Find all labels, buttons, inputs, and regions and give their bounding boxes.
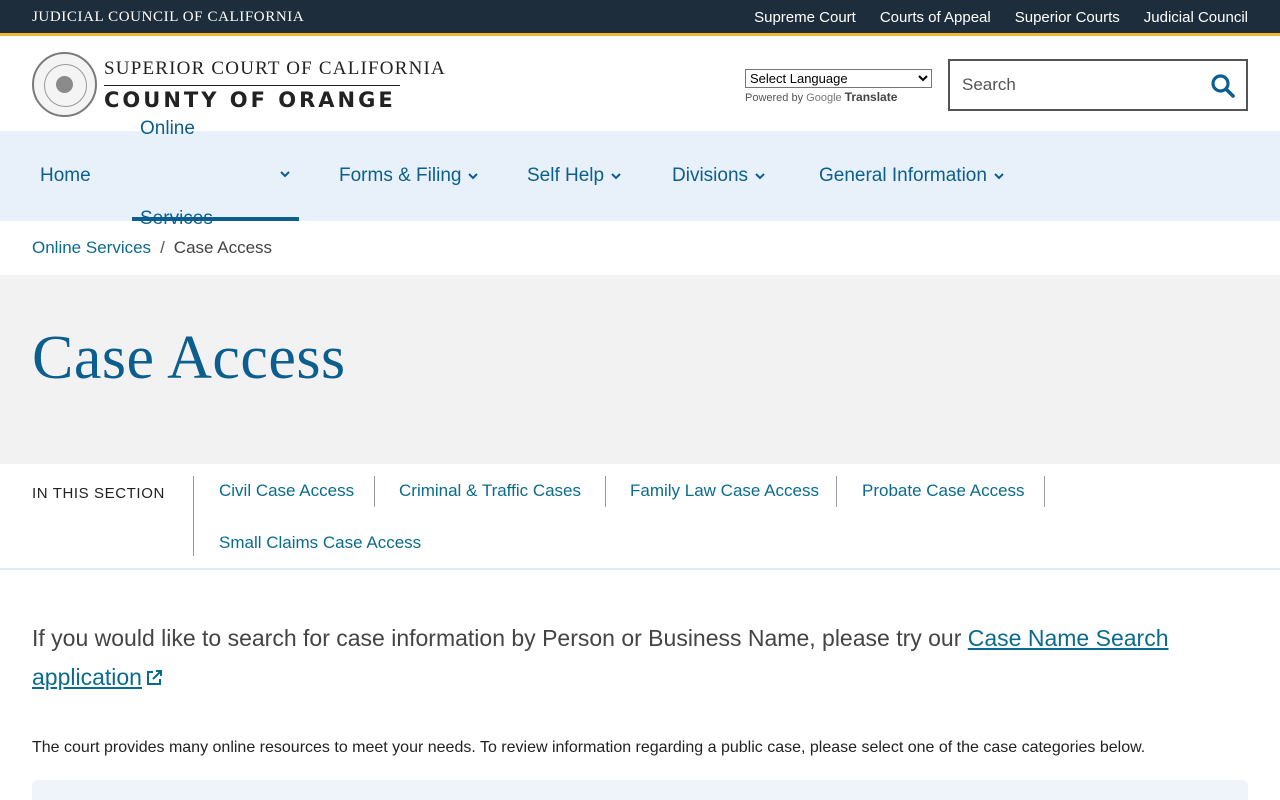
- nav-forms-filing[interactable]: Forms & Filing: [339, 131, 479, 221]
- translate-link[interactable]: Translate: [845, 90, 898, 104]
- probate-case-access-link[interactable]: Probate Case Access: [862, 481, 1025, 501]
- nav-self-help-label: Self Help: [527, 165, 605, 186]
- powered-by-google: Powered by Google Translate: [745, 90, 932, 104]
- breadcrumb: Online Services / Case Access: [32, 238, 272, 258]
- nav-divisions-label: Divisions: [672, 165, 749, 186]
- main-nav: Home Online Services Forms & Filing Self…: [0, 118, 1280, 229]
- search-icon[interactable]: [1210, 73, 1236, 99]
- judicial-council-title[interactable]: JUDICIAL COUNCIL OF CALIFORNIA: [32, 9, 304, 26]
- nav-home-label: Home: [40, 165, 91, 186]
- in-this-section: IN THIS SECTION Civil Case Access Crimin…: [0, 464, 1280, 570]
- judicial-council-link[interactable]: Judicial Council: [1144, 9, 1248, 26]
- family-law-case-access-link[interactable]: Family Law Case Access: [630, 481, 819, 501]
- language-select[interactable]: Select Language: [745, 69, 932, 88]
- nav-divisions[interactable]: Divisions: [672, 131, 766, 221]
- superior-courts-link[interactable]: Superior Courts: [1015, 9, 1120, 26]
- in-this-section-label: IN THIS SECTION: [32, 485, 165, 502]
- breadcrumb-online-services[interactable]: Online Services: [32, 238, 151, 257]
- small-claims-case-access-link[interactable]: Small Claims Case Access: [219, 533, 421, 553]
- nav-online-services[interactable]: Online Services: [132, 118, 299, 229]
- chevron-down-icon: [280, 171, 290, 178]
- link-divider: [374, 476, 375, 507]
- civil-case-access-link[interactable]: Civil Case Access: [219, 481, 354, 501]
- case-name-search-intro: If you would like to search for case inf…: [32, 619, 1248, 697]
- external-link-icon: [146, 670, 162, 685]
- court-links: Supreme Court Courts of Appeal Superior …: [754, 9, 1248, 26]
- nav-general-information-label: General Information: [819, 165, 987, 186]
- chevron-down-icon: [611, 173, 621, 180]
- lead-text: If you would like to search for case inf…: [32, 625, 968, 651]
- link-divider: [605, 476, 606, 507]
- section-divider: [193, 476, 194, 556]
- nav-general-information[interactable]: General Information: [819, 131, 1005, 221]
- page-hero: Case Access: [0, 275, 1280, 464]
- search-box: [948, 59, 1248, 111]
- nav-self-help[interactable]: Self Help: [527, 131, 622, 221]
- nav-home[interactable]: Home: [40, 131, 91, 221]
- criminal-traffic-cases-link[interactable]: Criminal & Traffic Cases: [399, 481, 581, 501]
- search-input[interactable]: [962, 73, 1202, 97]
- link-divider: [836, 476, 837, 507]
- chevron-down-icon: [994, 173, 1004, 180]
- breadcrumb-current: Case Access: [173, 238, 273, 257]
- powered-by-label: Powered by: [745, 92, 804, 104]
- online-resources-paragraph: The court provides many online resources…: [32, 739, 1146, 756]
- chevron-down-icon: [755, 173, 765, 180]
- judicial-council-bar: JUDICIAL COUNCIL OF CALIFORNIA Supreme C…: [0, 0, 1280, 36]
- case-categories-panel: [32, 780, 1248, 800]
- court-seal-icon[interactable]: [32, 52, 97, 117]
- breadcrumb-separator: /: [160, 238, 165, 257]
- google-logo[interactable]: Google: [806, 92, 841, 104]
- supreme-court-link[interactable]: Supreme Court: [754, 9, 856, 26]
- page-title: Case Access: [32, 324, 346, 392]
- logo-court-name[interactable]: SUPERIOR COURT OF CALIFORNIA: [104, 58, 446, 80]
- google-translate: Select Language Powered by Google Transl…: [745, 69, 932, 104]
- link-divider: [1044, 476, 1045, 507]
- courts-of-appeal-link[interactable]: Courts of Appeal: [880, 9, 991, 26]
- chevron-down-icon: [468, 173, 479, 180]
- nav-online-services-label: Online Services: [140, 118, 213, 229]
- nav-forms-filing-label: Forms & Filing: [339, 165, 462, 186]
